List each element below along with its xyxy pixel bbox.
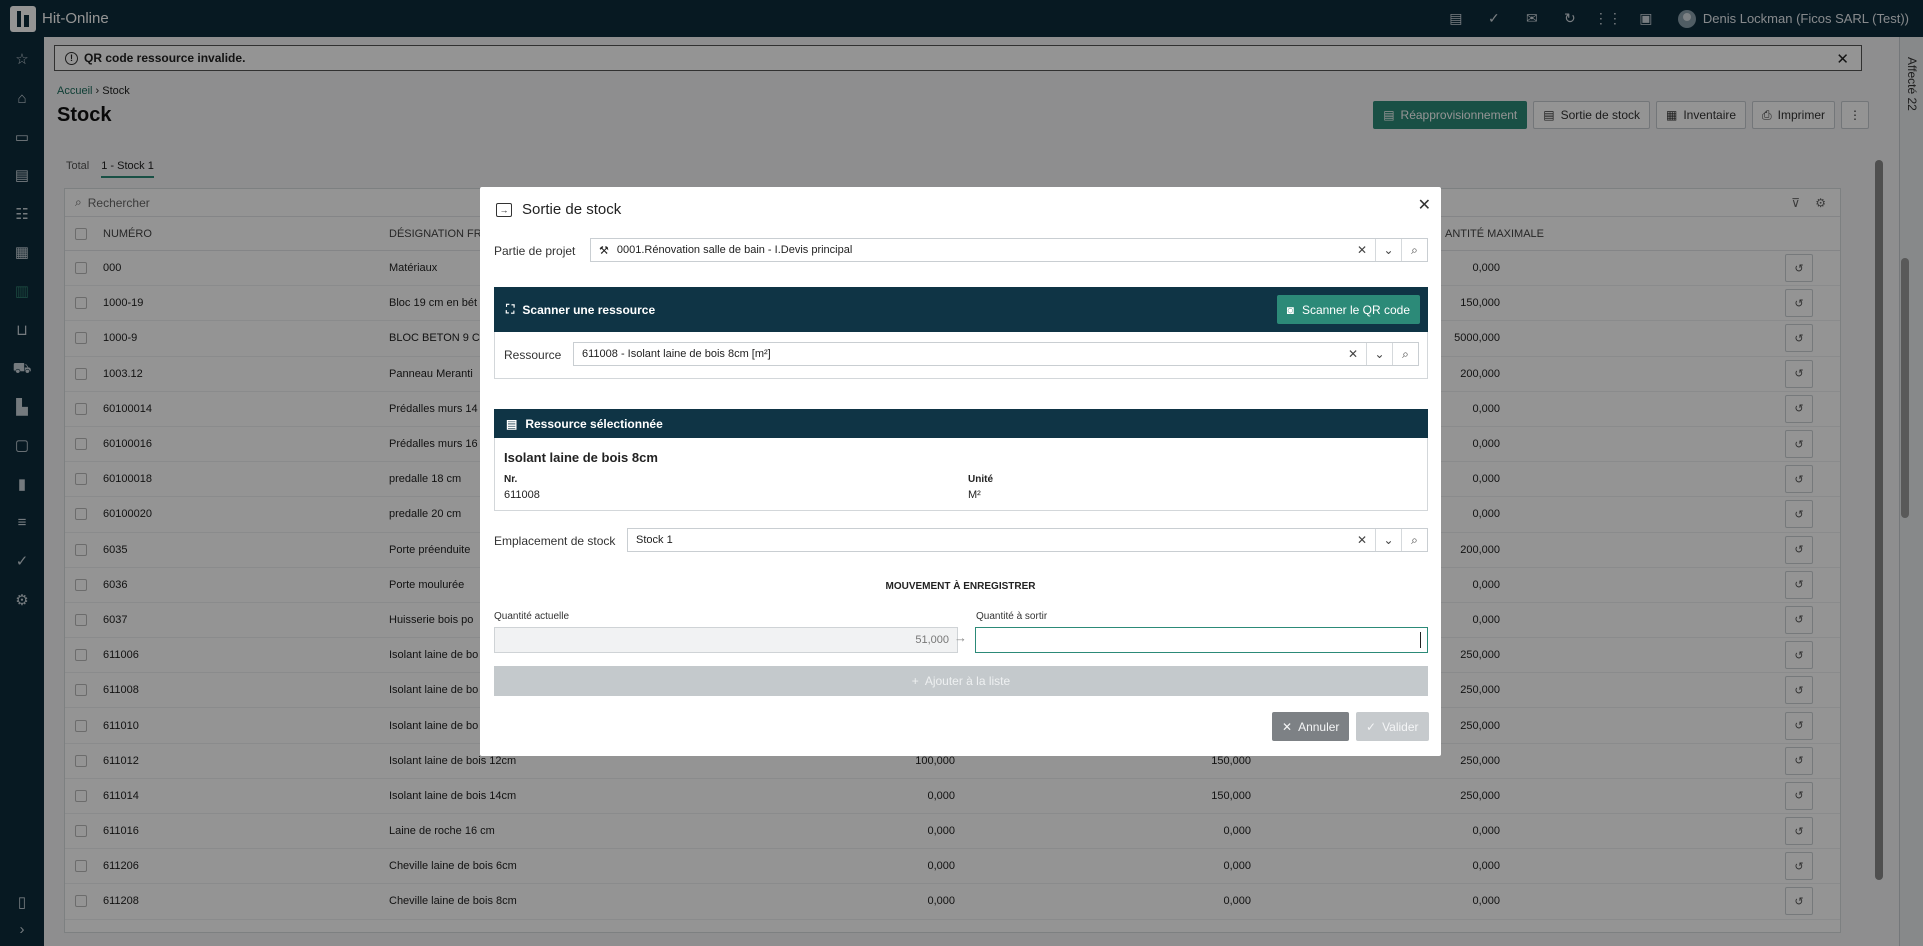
movement-title: MOUVEMENT À ENREGISTRER xyxy=(885,581,1036,592)
out-qty-label: Quantité à sortir xyxy=(976,611,1048,622)
plus-icon: + xyxy=(911,674,919,688)
qr-scan-icon: ⛶ xyxy=(506,302,515,316)
selected-resource-icon: ▤ xyxy=(506,416,518,431)
selected-section-title: Ressource sélectionnée xyxy=(525,416,663,431)
validate-label: Valider xyxy=(1382,719,1419,734)
location-chevron-down-icon[interactable]: ⌄ xyxy=(1375,529,1401,551)
resource-chevron-down-icon[interactable]: ⌄ xyxy=(1366,343,1392,365)
resource-select[interactable]: 611008 - Isolant laine de bois 8cm [m²] … xyxy=(573,342,1419,366)
add-to-list-button[interactable]: + Ajouter à la liste xyxy=(494,666,1428,696)
clear-location-icon[interactable]: ✕ xyxy=(1349,529,1375,551)
close-dialog-icon[interactable]: ✕ xyxy=(1418,195,1431,215)
location-label: Emplacement de stock xyxy=(494,534,616,548)
location-select[interactable]: Stock 1 ✕ ⌄ ⌕ xyxy=(627,528,1428,552)
clear-resource-icon[interactable]: ✕ xyxy=(1340,343,1366,365)
nr-label: Nr. xyxy=(504,474,518,485)
dialog-title-text: Sortie de stock xyxy=(522,201,622,218)
scan-section-body: Ressource 611008 - Isolant laine de bois… xyxy=(494,332,1428,379)
clear-project-icon[interactable]: ✕ xyxy=(1349,239,1375,261)
camera-icon: ◙ xyxy=(1286,302,1294,317)
unit-value: M² xyxy=(968,489,981,501)
resource-label: Ressource xyxy=(504,348,562,362)
resource-value-wrap: 611008 - Isolant laine de bois 8cm [m²] xyxy=(574,348,1340,360)
search-location-icon[interactable]: ⌕ xyxy=(1401,529,1427,551)
cancel-x-icon: ✕ xyxy=(1282,719,1293,734)
location-value: Stock 1 xyxy=(636,534,673,546)
tools-icon: ⚒ xyxy=(599,244,609,257)
chevron-down-icon[interactable]: ⌄ xyxy=(1375,239,1401,261)
project-part-value: 0001.Rénovation salle de bain - I.Devis … xyxy=(616,244,853,256)
text-cursor xyxy=(1420,632,1421,648)
exit-icon: → xyxy=(496,202,512,217)
resource-value: 611008 - Isolant laine de bois 8cm [m²] xyxy=(582,348,771,360)
add-to-list-label: Ajouter à la liste xyxy=(924,674,1011,688)
validate-check-icon: ✓ xyxy=(1366,719,1377,734)
selected-section-body: Isolant laine de bois 8cm Nr. 611008 Uni… xyxy=(494,438,1428,511)
unit-label: Unité xyxy=(968,474,993,485)
search-project-icon[interactable]: ⌕ xyxy=(1401,239,1427,261)
arrow-right-icon: → xyxy=(954,630,967,645)
project-part-select[interactable]: ⚒ 0001.Rénovation salle de bain - I.Devi… xyxy=(590,238,1428,262)
project-part-value-wrap: ⚒ 0001.Rénovation salle de bain - I.Devi… xyxy=(591,244,1349,257)
nr-value: 611008 xyxy=(504,489,540,501)
out-qty-input[interactable] xyxy=(975,627,1428,653)
selected-resource-name: Isolant laine de bois 8cm xyxy=(504,450,658,465)
current-qty-label: Quantité actuelle xyxy=(494,611,570,622)
selected-section-header: ▤ Ressource sélectionnée xyxy=(494,409,1428,438)
dialog-title: → Sortie de stock xyxy=(496,201,621,218)
cancel-label: Annuler xyxy=(1298,719,1340,734)
scan-section-title: Scanner une ressource xyxy=(522,302,656,317)
stock-out-dialog: → Sortie de stock ✕ Partie de projet ⚒ 0… xyxy=(480,187,1441,756)
scan-qr-label: Scanner le QR code xyxy=(1301,302,1410,317)
project-part-label: Partie de projet xyxy=(494,244,576,258)
search-resource-icon[interactable]: ⌕ xyxy=(1392,343,1418,365)
location-value-wrap: Stock 1 xyxy=(628,534,1349,546)
cancel-button[interactable]: ✕ Annuler xyxy=(1272,712,1350,741)
validate-button[interactable]: ✓ Valider xyxy=(1356,712,1429,741)
scan-section-header: ⛶ Scanner une ressource ◙ Scanner le QR … xyxy=(494,287,1428,332)
scan-qr-button[interactable]: ◙ Scanner le QR code xyxy=(1276,295,1420,324)
current-qty-field: 51,000 xyxy=(494,627,958,653)
